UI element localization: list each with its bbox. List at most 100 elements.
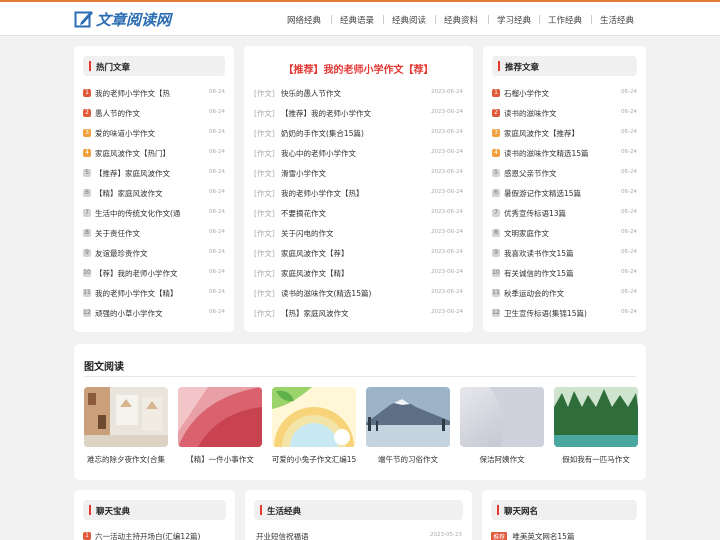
nav-separator <box>488 15 489 24</box>
list-item[interactable]: 1 石榴小学作文 06-24 <box>492 88 637 100</box>
list-item[interactable]: 7 生活中的传统文化作文(通 06-24 <box>83 208 225 220</box>
item-date: 06-24 <box>621 149 637 155</box>
recommend-badge: 推荐 <box>491 532 508 540</box>
divider <box>84 376 636 377</box>
list-item[interactable]: 推荐 唯美英文网名15篇 <box>491 531 636 540</box>
nav-item[interactable]: 经典阅读 <box>392 14 426 26</box>
list-item[interactable]: [作文] 读书的滋味作文(精选15篇) 2023-06-24 <box>254 288 463 300</box>
category-tag[interactable]: [作文] <box>254 108 275 119</box>
rank-badge: 5 <box>492 169 500 177</box>
site-logo[interactable]: 文章阅读网 <box>74 8 171 30</box>
list-item[interactable]: 12 卫生宣传标语(集锦15篇) 06-24 <box>492 308 637 320</box>
category-tag[interactable]: [作文] <box>254 268 275 279</box>
item-title: 我心中的老师小学作文 <box>281 149 356 158</box>
item-date: 06-24 <box>209 109 225 115</box>
featured-panel: 【推荐】我的老师小学作文【荐】 [作文] 快乐的愚人节作文 2023-06-24 [作… <box>244 46 473 332</box>
list-item[interactable]: [作文] 【热】家庭风波作文 2023-06-24 <box>254 308 463 320</box>
thumbnail-cartoon-rainbow[interactable] <box>272 387 356 447</box>
gallery-caption[interactable]: 端午节的习俗作文 <box>361 454 455 465</box>
gallery-caption[interactable]: 可爱的小兔子作文汇编15 <box>267 454 361 465</box>
thumbnail-room-photo[interactable] <box>84 387 168 447</box>
list-item[interactable]: [作文] 关于闪电的作文 2023-06-24 <box>254 228 463 240</box>
nav-item[interactable]: 网络经典 <box>287 14 321 26</box>
nav-item[interactable]: 学习经典 <box>497 14 531 26</box>
list-item[interactable]: [作文] 不要摘花作文 2023-06-24 <box>254 208 463 220</box>
item-date: 06-24 <box>209 149 225 155</box>
list-item[interactable]: 8 关于责任作文 06-24 <box>83 228 225 240</box>
list-item[interactable]: 10 【荐】我的老师小学作文 06-24 <box>83 268 225 280</box>
category-tag[interactable]: [作文] <box>254 148 275 159</box>
list-item[interactable]: 12 顽强的小草小学作文 06-24 <box>83 308 225 320</box>
list-item[interactable]: 9 我喜欢读书作文15篇 06-24 <box>492 248 637 260</box>
item-date: 06-24 <box>621 309 637 315</box>
gallery-caption[interactable]: 难忘的除夕夜作文(合集 <box>79 454 173 465</box>
item-date: 06-24 <box>621 229 637 235</box>
list-item[interactable]: 3 家庭风波作文【推荐】 06-24 <box>492 128 637 140</box>
thumbnail-mountain-lake[interactable] <box>366 387 450 447</box>
list-item[interactable]: 2 愚人节的作文 06-24 <box>83 108 225 120</box>
list-item[interactable]: 11 秋季运动会的作文 06-24 <box>492 288 637 300</box>
category-tag[interactable]: [作文] <box>254 88 275 99</box>
category-tag[interactable]: [作文] <box>254 168 275 179</box>
nav-item[interactable]: 经典资料 <box>444 14 478 26</box>
list-item[interactable]: 5 感恩父亲节作文 06-24 <box>492 168 637 180</box>
nav-item[interactable]: 经典语录 <box>340 14 374 26</box>
list-item[interactable]: 4 家庭风波作文【热门】 06-24 <box>83 148 225 160</box>
list-item[interactable]: 7 优秀宣传标语13篇 06-24 <box>492 208 637 220</box>
item-title: 我的老师小学作文【热 <box>95 89 170 98</box>
list-item[interactable]: 1 我的老师小学作文【热 06-24 <box>83 88 225 100</box>
nav-item[interactable]: 工作经典 <box>548 14 582 26</box>
category-tag[interactable]: [作文] <box>254 248 275 259</box>
category-tag[interactable]: [作文] <box>254 188 275 199</box>
item-date: 06-24 <box>209 309 225 315</box>
thumbnail-grey-gradient[interactable] <box>460 387 544 447</box>
gallery-caption[interactable]: 保洁阿姨作文 <box>455 454 549 465</box>
rank-badge: 7 <box>83 209 91 217</box>
list-item[interactable]: 5 【推荐】家庭风波作文 06-24 <box>83 168 225 180</box>
category-tag[interactable]: [作文] <box>254 128 275 139</box>
item-date: 06-24 <box>621 109 637 115</box>
list-item[interactable]: 10 有关诚信的作文15篇 06-24 <box>492 268 637 280</box>
list-item[interactable]: [作文] 家庭风波作文【精】 2023-06-24 <box>254 268 463 280</box>
category-tag[interactable]: [作文] <box>254 308 275 319</box>
list-item[interactable]: 11 我的老师小学作文【精】 06-24 <box>83 288 225 300</box>
item-title: 生活中的传统文化作文(通 <box>95 209 181 218</box>
rank-badge: 6 <box>492 189 500 197</box>
list-item[interactable]: 开业短信祝福语 2023-05-23 <box>256 531 462 540</box>
list-item[interactable]: [作文] 我心中的老师小学作文 2023-06-24 <box>254 148 463 160</box>
list-item[interactable]: 4 读书的滋味作文精选15篇 06-24 <box>492 148 637 160</box>
gallery-caption[interactable]: 假如我有一匹马作文 <box>549 454 643 465</box>
chat-nickname-panel: 聊天网名 推荐 唯美英文网名15篇 <box>482 490 646 540</box>
list-item[interactable]: 6 暑假游记作文精选15篇 06-24 <box>492 188 637 200</box>
nav-separator <box>331 15 332 24</box>
list-item[interactable]: [作文] 【推荐】我的老师小学作文 2023-06-24 <box>254 108 463 120</box>
list-item[interactable]: [作文] 奶奶的手作文(集合15篇) 2023-06-24 <box>254 128 463 140</box>
rank-badge: 8 <box>83 229 91 237</box>
thumbnail-forest[interactable] <box>554 387 638 447</box>
list-item[interactable]: [作文] 家庭风波作文【荐】 2023-06-24 <box>254 248 463 260</box>
list-item[interactable]: 1 六一活动主持开场白(汇编12篇) <box>83 531 223 540</box>
list-item[interactable]: [作文] 我的老师小学作文【热】 2023-06-24 <box>254 188 463 200</box>
list-item[interactable]: [作文] 快乐的愚人节作文 2023-06-24 <box>254 88 463 100</box>
nav-item[interactable]: 生活经典 <box>600 14 634 26</box>
category-tag[interactable]: [作文] <box>254 288 275 299</box>
list-item[interactable]: 9 友谊最珍贵作文 06-24 <box>83 248 225 260</box>
rank-badge: 1 <box>83 532 91 540</box>
top-header: 文章阅读网 网络经典 经典语录 经典阅读 经典资料 学习经典 工作经典 生活经典 <box>0 0 720 36</box>
thumbnail-pink-petal[interactable] <box>178 387 262 447</box>
featured-headline[interactable]: 【推荐】我的老师小学作文【荐】 <box>244 61 473 76</box>
panel-title: 推荐文章 <box>505 63 540 73</box>
gallery-caption[interactable]: 【精】一件小事作文 <box>173 454 267 465</box>
list-item[interactable]: 6 【精】家庭风波作文 06-24 <box>83 188 225 200</box>
item-date: 06-24 <box>209 209 225 215</box>
list-item[interactable]: 3 爱的味道小学作文 06-24 <box>83 128 225 140</box>
rank-badge: 10 <box>492 269 500 277</box>
list-item[interactable]: 8 文明家庭作文 06-24 <box>492 228 637 240</box>
list-item[interactable]: [作文] 滑雪小学作文 2023-06-24 <box>254 168 463 180</box>
nav-separator <box>435 15 436 24</box>
item-title: 开业短信祝福语 <box>256 532 309 540</box>
item-title: 快乐的愚人节作文 <box>281 89 341 98</box>
list-item[interactable]: 2 读书的滋味作文 06-24 <box>492 108 637 120</box>
category-tag[interactable]: [作文] <box>254 208 275 219</box>
category-tag[interactable]: [作文] <box>254 228 275 239</box>
